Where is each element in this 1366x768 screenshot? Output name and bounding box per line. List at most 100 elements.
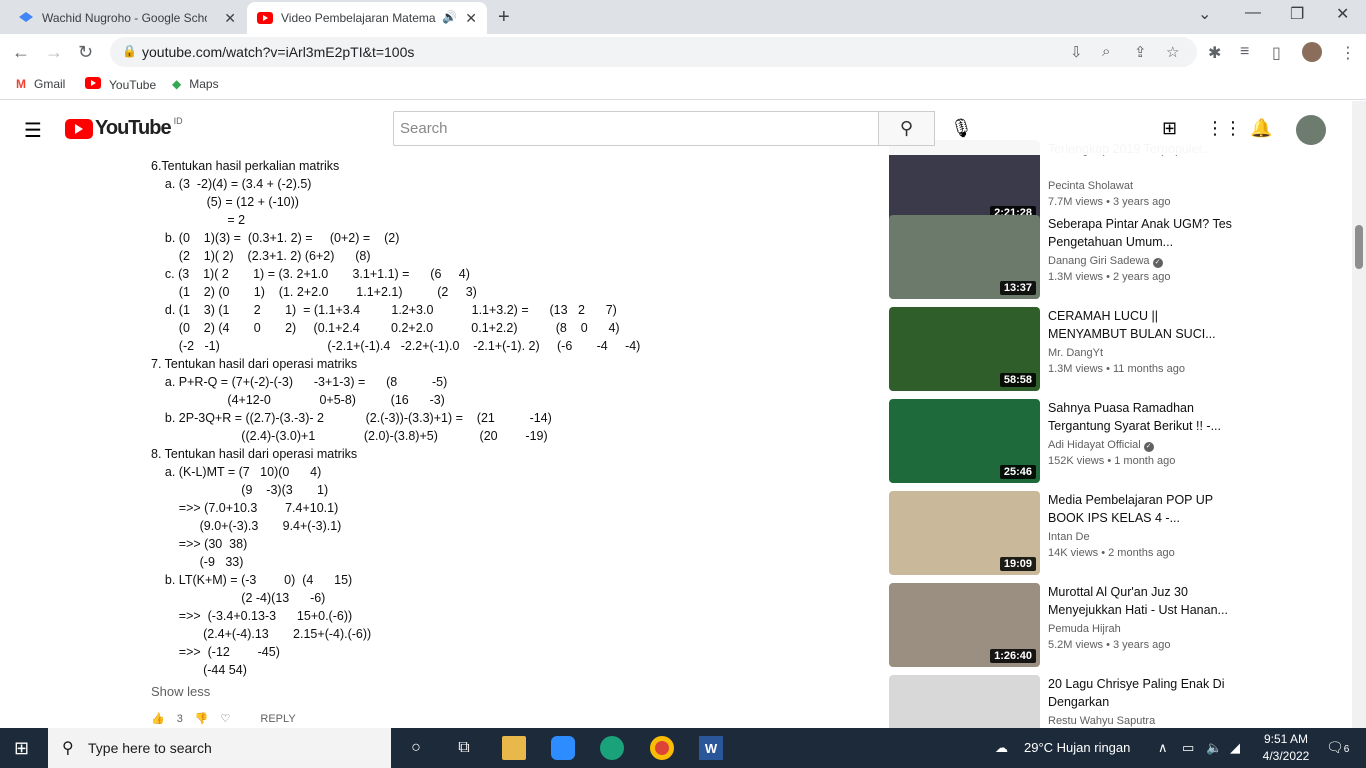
close-window-button[interactable]: ✕ xyxy=(1336,4,1349,24)
edge-icon[interactable] xyxy=(600,736,624,760)
meta-separator: • xyxy=(1103,271,1113,283)
bookmark-gmail[interactable]: M Gmail xyxy=(16,77,65,91)
install-icon[interactable]: ⇩ xyxy=(1070,43,1083,61)
profile-avatar[interactable] xyxy=(1302,42,1322,62)
tab-title: Video Pembelajaran Matema xyxy=(281,11,436,25)
zoom-icon[interactable]: ⌕ xyxy=(1102,43,1110,60)
minimize-button[interactable]: — xyxy=(1245,4,1261,22)
like-icon[interactable]: 👍 xyxy=(151,712,165,725)
create-video-icon[interactable]: ⊞ xyxy=(1162,118,1177,139)
tab-youtube-video[interactable]: Video Pembelajaran Matema 🔊 ✕ xyxy=(247,2,487,34)
channel-name[interactable]: Pemuda Hijrah xyxy=(1048,623,1121,635)
url-text[interactable]: youtube.com/watch?v=iArl3mE2pTI&t=100s xyxy=(142,44,414,60)
video-thumbnail[interactable]: 58:58 xyxy=(889,307,1040,391)
video-meta: 1.3M views • 2 years ago xyxy=(1048,271,1170,283)
close-tab-icon[interactable]: ✕ xyxy=(465,10,477,27)
reply-button[interactable]: REPLY xyxy=(260,713,295,725)
back-icon[interactable]: ← xyxy=(12,42,30,63)
comment-text: 6.Tentukan hasil perkalian matriks a. (3… xyxy=(151,157,851,679)
address-bar[interactable]: 🔒 youtube.com/watch?v=iArl3mE2pTI&t=100s… xyxy=(110,37,1197,67)
share-icon[interactable]: ⇪ xyxy=(1134,43,1147,61)
weather-icon[interactable]: ☁ xyxy=(995,740,1008,756)
close-tab-icon[interactable]: ✕ xyxy=(224,10,236,27)
extensions-icon[interactable]: ✱ xyxy=(1208,43,1221,63)
meta-separator: • xyxy=(1104,455,1115,467)
youtube-header: ☰ YouTube ID Search ⚲ 🎙 ⊞ ⋮⋮ 🔔 xyxy=(0,101,1366,155)
video-title[interactable]: Seberapa Pintar Anak UGM? Tes Pengetahua… xyxy=(1048,215,1233,251)
search-button[interactable]: ⚲ xyxy=(878,111,935,146)
bookmark-star-icon[interactable]: ☆ xyxy=(1166,43,1179,61)
video-title[interactable]: 20 Lagu Chrisye Paling Enak Di Dengarkan xyxy=(1048,675,1233,711)
cortana-icon[interactable]: ○ xyxy=(404,736,428,760)
media-control-icon[interactable]: ≡ xyxy=(1240,43,1249,61)
lock-icon[interactable]: 🔒 xyxy=(122,44,137,58)
related-video-item[interactable]: 13:37 Seberapa Pintar Anak UGM? Tes Penge… xyxy=(889,215,1249,301)
comment-line: (2 1)( 2) (2.3+1. 2) (6+2) (8) xyxy=(151,249,371,263)
restore-button[interactable]: ❐ xyxy=(1290,4,1304,24)
search-input[interactable]: Search xyxy=(393,111,879,146)
notification-center-icon[interactable]: 🗨6 xyxy=(1326,739,1349,756)
view-count: 152K views xyxy=(1048,455,1105,467)
forward-icon[interactable]: → xyxy=(45,42,63,63)
account-avatar[interactable] xyxy=(1296,115,1326,145)
scrollbar-thumb[interactable] xyxy=(1355,225,1363,269)
clock-date: 4/3/2022 xyxy=(1262,749,1310,763)
show-hidden-icons[interactable]: ∧ xyxy=(1158,740,1168,756)
video-thumbnail[interactable]: 13:37 xyxy=(889,215,1040,299)
wifi-icon[interactable]: ◢ xyxy=(1230,740,1240,756)
apps-grid-icon[interactable]: ⋮⋮ xyxy=(1206,118,1242,139)
channel-name[interactable]: Mr. DangYt xyxy=(1048,347,1103,359)
dislike-icon[interactable]: 👎 xyxy=(195,712,209,725)
heart-icon[interactable]: ♡ xyxy=(221,712,231,725)
side-panel-icon[interactable]: ▯ xyxy=(1272,43,1281,63)
country-code: ID xyxy=(173,115,183,126)
hamburger-menu-icon[interactable]: ☰ xyxy=(24,118,42,143)
comment-line: (5) = (12 + (-10)) xyxy=(151,195,299,209)
channel-name[interactable]: Pecinta Sholawat xyxy=(1048,180,1133,192)
google-scholar-icon xyxy=(18,10,34,26)
gmail-icon: M xyxy=(16,77,26,91)
battery-icon[interactable]: ▭ xyxy=(1182,740,1194,756)
video-title[interactable]: Murottal Al Qur'an Juz 30 Menyejukkan Ha… xyxy=(1048,583,1233,619)
show-less-button[interactable]: Show less xyxy=(151,684,210,699)
menu-icon[interactable]: ⋮ xyxy=(1340,43,1356,63)
video-duration: 25:46 xyxy=(999,465,1036,479)
verified-badge-icon: ✓ xyxy=(1143,442,1154,452)
tab-search-icon[interactable]: ⌄ xyxy=(1198,4,1211,24)
video-thumbnail[interactable]: 19:09 xyxy=(889,491,1040,575)
comment-actions: 👍 3 👎 ♡ REPLY xyxy=(151,712,308,726)
video-thumbnail[interactable]: 1:26:40 xyxy=(889,583,1040,667)
bookmark-maps[interactable]: ◆ Maps xyxy=(172,77,219,91)
video-title[interactable]: Sahnya Puasa Ramadhan Tergantung Syarat … xyxy=(1048,399,1233,435)
weather-text[interactable]: 29°C Hujan ringan xyxy=(1024,740,1130,755)
tab-google-scholar[interactable]: Wachid Nugroho - Google Schol ✕ xyxy=(8,2,246,34)
chrome-icon[interactable] xyxy=(650,736,674,760)
volume-icon[interactable]: 🔈 xyxy=(1206,740,1222,756)
video-thumbnail[interactable]: 25:46 xyxy=(889,399,1040,483)
microphone-icon[interactable]: 🎙 xyxy=(950,118,973,139)
channel-name[interactable]: Adi Hidayat Official ✓ xyxy=(1048,439,1154,452)
zoom-app-icon[interactable] xyxy=(551,736,575,760)
bookmark-youtube[interactable]: YouTube xyxy=(85,77,156,92)
channel-name[interactable]: Restu Wahyu Saputra xyxy=(1048,715,1155,727)
reload-icon[interactable]: ↻ xyxy=(78,42,93,63)
system-clock[interactable]: 9:51 AM 4/3/2022 xyxy=(1258,731,1314,765)
windows-start-icon[interactable]: ⊞ xyxy=(14,738,29,759)
video-title[interactable]: Media Pembelajaran POP UP BOOK IPS KELAS… xyxy=(1048,491,1233,527)
channel-name-text: Restu Wahyu Saputra xyxy=(1048,715,1156,727)
related-video-item[interactable]: 25:46 Sahnya Puasa Ramadhan Tergantung Sy… xyxy=(889,399,1249,485)
task-view-icon[interactable]: ⧉ xyxy=(452,736,476,760)
new-tab-button[interactable]: + xyxy=(498,6,510,29)
youtube-logo[interactable]: YouTube ID xyxy=(65,115,183,140)
related-video-item[interactable]: 1:26:40 Murottal Al Qur'an Juz 30 Menyeju… xyxy=(889,583,1249,669)
related-video-item[interactable]: 58:58 CERAMAH LUCU || MENYAMBUT BULAN SUC… xyxy=(889,307,1249,393)
channel-name[interactable]: Intan De xyxy=(1048,531,1090,543)
taskbar-search-box[interactable]: ⚲ Type here to search xyxy=(48,728,391,768)
notifications-bell-icon[interactable]: 🔔 xyxy=(1250,118,1272,139)
video-title[interactable]: CERAMAH LUCU || MENYAMBUT BULAN SUCI... xyxy=(1048,307,1233,343)
channel-name[interactable]: Danang Giri Sadewa ✓ xyxy=(1048,255,1163,268)
word-icon[interactable]: W xyxy=(699,736,723,760)
related-video-item[interactable]: 19:09 Media Pembelajaran POP UP BOOK IPS … xyxy=(889,491,1249,577)
file-explorer-icon[interactable] xyxy=(502,736,526,760)
page-scrollbar[interactable] xyxy=(1352,101,1366,728)
